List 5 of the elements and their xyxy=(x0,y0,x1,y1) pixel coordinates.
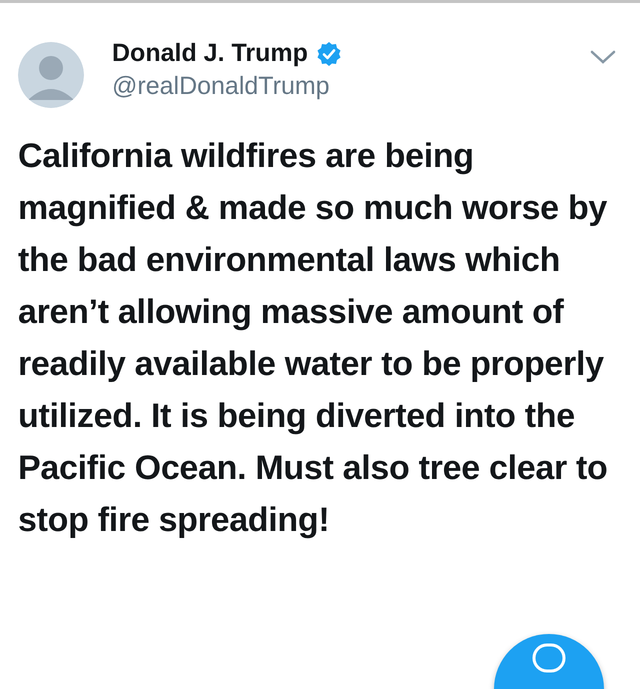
author-handle[interactable]: @realDonaldTrump xyxy=(112,72,562,101)
author-name[interactable]: Donald J. Trump xyxy=(112,39,308,68)
tweet-text: California wildfires are being magnified & made so much worse by the bad environmental laws which aren’t allowing massive amount of readily available water to be properly utilized. It is being diverted into the Pacific Ocean. Must also tree clear to stop fire spreading! xyxy=(18,136,609,541)
avatar[interactable] xyxy=(18,42,84,108)
chevron-down-icon[interactable] xyxy=(590,49,616,65)
